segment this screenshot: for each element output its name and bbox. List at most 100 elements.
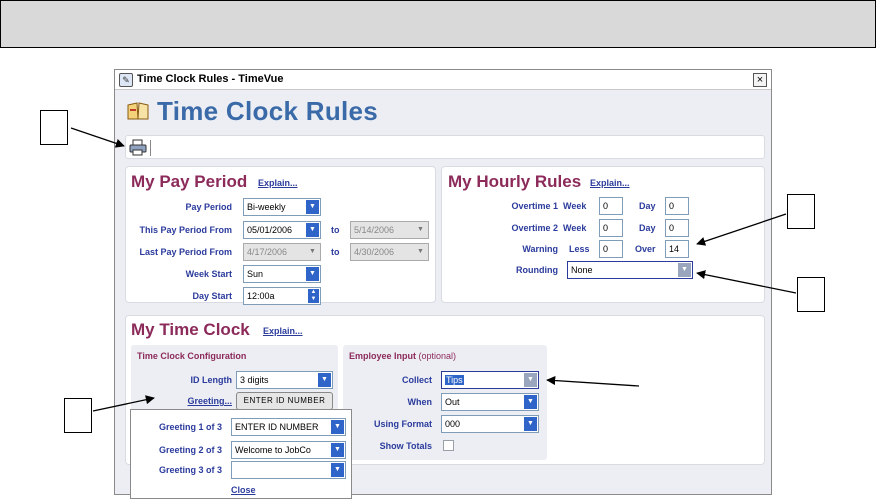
day-start-value: 12:00a xyxy=(247,291,275,301)
dropdown-arrow-icon[interactable]: ▼ xyxy=(331,420,344,434)
last-period-from-select: 4/17/2006 ▼ xyxy=(243,243,321,261)
dropdown-arrow-icon[interactable]: ▼ xyxy=(331,463,344,477)
using-format-label: Using Format xyxy=(373,419,432,429)
top-banner xyxy=(0,0,876,48)
greeting-2-value: Welcome to JobCo xyxy=(235,445,311,455)
dropdown-arrow-icon: ▼ xyxy=(414,245,427,259)
collect-value: Tips xyxy=(445,375,464,385)
week-label: Week xyxy=(563,223,587,233)
show-totals-checkbox[interactable] xyxy=(443,440,454,451)
greeting-1-value: ENTER ID NUMBER xyxy=(235,422,319,432)
overtime-1-week-input[interactable]: 0 xyxy=(599,197,623,215)
rounding-select[interactable]: None ▼ xyxy=(567,261,693,279)
day-start-spinner[interactable]: 12:00a ▲ ▼ xyxy=(243,287,321,305)
callout-box-rounding xyxy=(797,277,825,312)
callout-box-toolbar xyxy=(40,110,68,145)
greeting-preview: ENTER ID NUMBER xyxy=(236,392,333,410)
to-label: to xyxy=(331,247,340,257)
last-period-to-select: 4/30/2006 ▼ xyxy=(350,243,429,261)
last-period-to-value: 4/30/2006 xyxy=(354,247,395,257)
pay-period-panel: My Pay Period Explain... Pay Period Bi-w… xyxy=(125,166,436,305)
warning-label: Warning xyxy=(522,244,558,254)
pay-period-explain-link[interactable]: Explain... xyxy=(258,178,298,188)
dropdown-arrow-icon[interactable]: ▼ xyxy=(678,263,691,277)
week-start-label: Week Start xyxy=(185,269,232,279)
pay-period-value: Bi-weekly xyxy=(247,202,286,212)
time-clock-configuration: Time Clock Configuration ID Length 3 dig… xyxy=(131,345,338,417)
overtime-1-label: Overtime 1 xyxy=(511,201,558,211)
dropdown-arrow-icon[interactable]: ▼ xyxy=(524,395,537,409)
dropdown-arrow-icon[interactable]: ▼ xyxy=(331,443,344,457)
this-period-from-value: 05/01/2006 xyxy=(247,225,293,235)
window-close-button[interactable]: × xyxy=(753,73,767,87)
day-start-label: Day Start xyxy=(192,291,232,301)
week-start-value: Sun xyxy=(247,269,264,279)
optional-note: (optional) xyxy=(418,351,457,361)
time-clock-title: My Time Clock xyxy=(131,320,250,339)
using-format-select[interactable]: 000 ▼ xyxy=(441,415,539,433)
when-label: When xyxy=(407,397,433,407)
callout-box-warning xyxy=(787,194,815,229)
week-label: Week xyxy=(563,201,587,211)
app-icon: ✎ xyxy=(119,73,133,87)
warning-over-input[interactable]: 14 xyxy=(665,240,689,258)
dropdown-arrow-icon: ▼ xyxy=(306,245,319,259)
dropdown-arrow-icon[interactable]: ▼ xyxy=(306,200,319,214)
over-label: Over xyxy=(635,244,656,254)
greeting-link[interactable]: Greeting... xyxy=(187,396,232,406)
hourly-rules-explain-link[interactable]: Explain... xyxy=(590,178,630,188)
week-start-select[interactable]: Sun ▼ xyxy=(243,265,321,283)
time-clock-explain-link[interactable]: Explain... xyxy=(263,326,303,336)
this-period-to-value: 5/14/2006 xyxy=(354,225,395,235)
greeting-2-label: Greeting 2 of 3 xyxy=(158,445,222,455)
overtime-1-day-input[interactable]: 0 xyxy=(665,197,689,215)
greeting-1-select[interactable]: ENTER ID NUMBER ▼ xyxy=(231,418,346,436)
this-period-from-select[interactable]: 05/01/2006 ▼ xyxy=(243,221,321,239)
rounding-label: Rounding xyxy=(516,265,558,275)
dropdown-arrow-icon[interactable]: ▼ xyxy=(306,267,319,281)
greeting-2-select[interactable]: Welcome to JobCo ▼ xyxy=(231,441,346,459)
to-label: to xyxy=(331,225,340,235)
last-pay-period-label: Last Pay Period From xyxy=(139,247,232,257)
pay-period-label: Pay Period xyxy=(185,202,232,212)
employee-input: Employee Input (optional) Collect Tips ▼… xyxy=(343,345,547,460)
id-length-label: ID Length xyxy=(190,375,233,385)
callout-box-greeting xyxy=(64,398,92,433)
overtime-2-label: Overtime 2 xyxy=(511,223,558,233)
dropdown-arrow-icon[interactable]: ▼ xyxy=(318,373,331,387)
pay-period-select[interactable]: Bi-weekly ▼ xyxy=(243,198,321,216)
when-select[interactable]: Out ▼ xyxy=(441,393,539,411)
hourly-rules-title: My Hourly Rules xyxy=(448,172,582,191)
day-label: Day xyxy=(639,201,656,211)
greeting-3-select[interactable]: ▼ xyxy=(231,461,346,479)
page-title: Time Clock Rules xyxy=(157,96,379,126)
less-label: Less xyxy=(569,244,590,254)
employee-input-title: Employee Input (optional) xyxy=(349,351,456,361)
collect-select[interactable]: Tips ▼ xyxy=(441,371,539,389)
using-format-value: 000 xyxy=(445,419,461,429)
greeting-1-label: Greeting 1 of 3 xyxy=(158,422,222,432)
dropdown-arrow-icon[interactable]: ▼ xyxy=(524,417,537,431)
window-title: Time Clock Rules - TimeVue xyxy=(137,73,284,85)
popup-close-link[interactable]: Close xyxy=(231,485,256,495)
collect-label: Collect xyxy=(401,375,432,385)
id-length-value: 3 digits xyxy=(240,375,269,385)
warning-less-input[interactable]: 0 xyxy=(599,240,623,258)
toolbar xyxy=(125,135,765,159)
rounding-value: None xyxy=(571,265,593,275)
greeting-popup: Greeting 1 of 3 ENTER ID NUMBER ▼ Greeti… xyxy=(130,409,352,499)
show-totals-label: Show Totals xyxy=(379,441,432,451)
dropdown-arrow-icon[interactable]: ▼ xyxy=(306,223,319,237)
last-period-from-value: 4/17/2006 xyxy=(247,247,288,257)
greeting-3-label: Greeting 3 of 3 xyxy=(158,465,222,475)
spinner-icon[interactable]: ▲ ▼ xyxy=(308,289,319,303)
book-icon xyxy=(127,102,149,120)
employee-input-heading: Employee Input xyxy=(349,351,417,361)
overtime-2-week-input[interactable]: 0 xyxy=(599,219,623,237)
id-length-select[interactable]: 3 digits ▼ xyxy=(236,371,333,389)
overtime-2-day-input[interactable]: 0 xyxy=(665,219,689,237)
dropdown-arrow-icon[interactable]: ▼ xyxy=(524,373,537,387)
when-value: Out xyxy=(445,397,460,407)
day-label: Day xyxy=(639,223,656,233)
print-icon[interactable] xyxy=(129,139,147,156)
